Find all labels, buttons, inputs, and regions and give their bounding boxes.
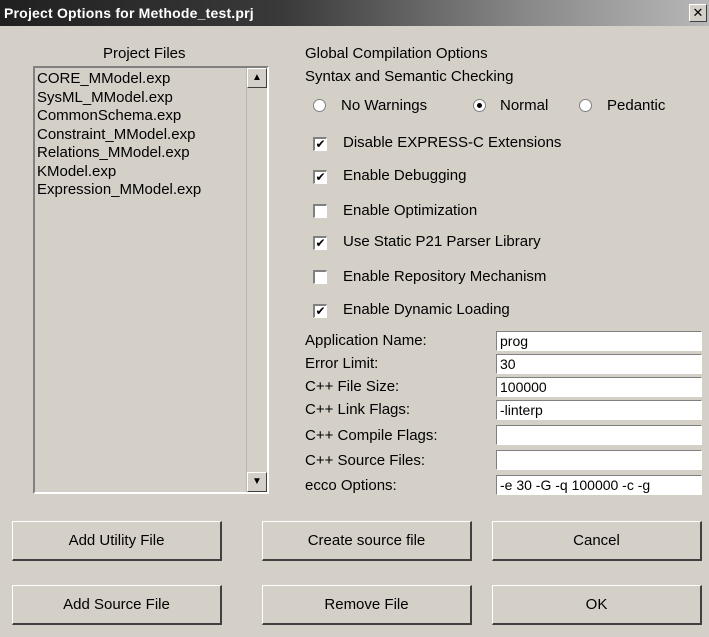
checkbox-repository-mechanism-label: Enable Repository Mechanism bbox=[343, 268, 547, 285]
list-item[interactable]: Relations_MModel.exp bbox=[37, 144, 201, 163]
project-files-heading: Project Files bbox=[103, 45, 186, 62]
application-name-field[interactable] bbox=[496, 331, 702, 351]
window-title: Project Options for Methode_test.prj bbox=[4, 5, 254, 21]
cpp-compile-flags-field[interactable] bbox=[496, 425, 702, 445]
radio-no-warnings-label: No Warnings bbox=[341, 97, 428, 114]
cpp-source-files-label: C++ Source Files: bbox=[305, 452, 426, 469]
list-item[interactable]: CommonSchema.exp bbox=[37, 107, 201, 126]
add-source-file-button[interactable]: Add Source File bbox=[12, 585, 222, 625]
vertical-scrollbar[interactable]: ▲ ▼ bbox=[246, 68, 267, 492]
create-source-file-button[interactable]: Create source file bbox=[262, 521, 472, 561]
checkbox-disable-express-c-label: Disable EXPRESS-C Extensions bbox=[343, 134, 562, 151]
scroll-up-arrow-icon: ▲ bbox=[252, 72, 262, 83]
project-files-list[interactable]: CORE_MModel.exp SysML_MModel.exp CommonS… bbox=[33, 66, 269, 494]
check-mark-icon: ✔ bbox=[315, 170, 326, 184]
close-icon: ✕ bbox=[692, 5, 704, 20]
ecco-options-label: ecco Options: bbox=[305, 477, 397, 494]
cancel-button[interactable]: Cancel bbox=[492, 521, 702, 561]
list-item[interactable]: Expression_MModel.exp bbox=[37, 181, 201, 200]
checkbox-disable-express-c[interactable]: ✔ bbox=[313, 137, 327, 151]
checkbox-static-p21-parser-label: Use Static P21 Parser Library bbox=[343, 233, 541, 250]
global-options-heading: Global Compilation Options bbox=[305, 45, 488, 62]
radio-no-warnings[interactable] bbox=[313, 99, 326, 112]
radio-pedantic-label: Pedantic bbox=[607, 97, 666, 114]
cpp-file-size-label: C++ File Size: bbox=[305, 378, 400, 395]
ok-button[interactable]: OK bbox=[492, 585, 702, 625]
title-bar: Project Options for Methode_test.prj ✕ bbox=[0, 0, 709, 26]
check-mark-icon: ✔ bbox=[315, 236, 326, 250]
scroll-down-button[interactable]: ▼ bbox=[247, 472, 267, 492]
application-name-label: Application Name: bbox=[305, 332, 427, 349]
list-item[interactable]: CORE_MModel.exp bbox=[37, 70, 201, 89]
checkbox-dynamic-loading[interactable]: ✔ bbox=[313, 304, 327, 318]
scroll-down-arrow-icon: ▼ bbox=[252, 476, 262, 487]
radio-normal-label: Normal bbox=[500, 97, 549, 114]
ecco-options-field[interactable] bbox=[496, 475, 702, 495]
list-item[interactable]: SysML_MModel.exp bbox=[37, 89, 201, 108]
check-mark-icon: ✔ bbox=[315, 137, 326, 151]
cpp-link-flags-field[interactable] bbox=[496, 400, 702, 420]
cpp-compile-flags-label: C++ Compile Flags: bbox=[305, 427, 438, 444]
checkbox-dynamic-loading-label: Enable Dynamic Loading bbox=[343, 301, 510, 318]
syntax-checking-heading: Syntax and Semantic Checking bbox=[305, 68, 514, 85]
cpp-source-files-field[interactable] bbox=[496, 450, 702, 470]
scroll-up-button[interactable]: ▲ bbox=[247, 68, 267, 88]
checkbox-enable-debugging[interactable]: ✔ bbox=[313, 170, 327, 184]
radio-normal[interactable] bbox=[473, 99, 486, 112]
list-item[interactable]: Constraint_MModel.exp bbox=[37, 126, 201, 145]
checkbox-enable-debugging-label: Enable Debugging bbox=[343, 167, 467, 184]
check-mark-icon: ✔ bbox=[315, 304, 326, 318]
list-item[interactable]: KModel.exp bbox=[37, 163, 201, 182]
checkbox-static-p21-parser[interactable]: ✔ bbox=[313, 236, 327, 250]
error-limit-field[interactable] bbox=[496, 354, 702, 374]
add-utility-file-button[interactable]: Add Utility File bbox=[12, 521, 222, 561]
cpp-link-flags-label: C++ Link Flags: bbox=[305, 401, 411, 418]
cpp-file-size-field[interactable] bbox=[496, 377, 702, 397]
checkbox-enable-optimization-label: Enable Optimization bbox=[343, 202, 478, 219]
error-limit-label: Error Limit: bbox=[305, 355, 379, 372]
checkbox-repository-mechanism[interactable] bbox=[313, 270, 327, 284]
remove-file-button[interactable]: Remove File bbox=[262, 585, 472, 625]
close-button[interactable]: ✕ bbox=[689, 4, 707, 22]
radio-pedantic[interactable] bbox=[579, 99, 592, 112]
checkbox-enable-optimization[interactable] bbox=[313, 204, 327, 218]
